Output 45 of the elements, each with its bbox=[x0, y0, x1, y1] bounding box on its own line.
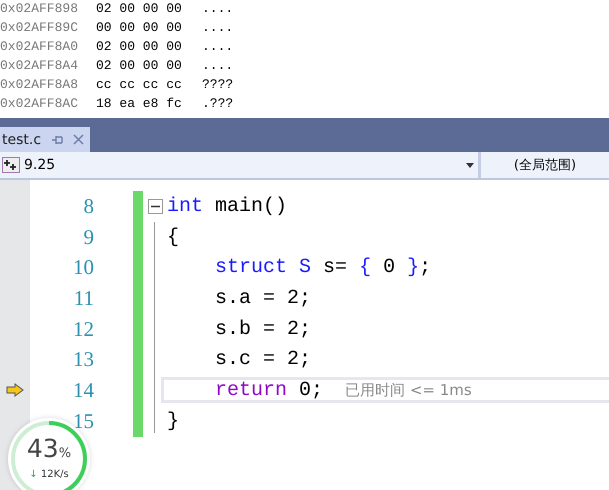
code-line: { bbox=[167, 226, 180, 249]
memory-bytes: 00 00 00 00 bbox=[96, 20, 183, 35]
memory-ascii: .... bbox=[202, 58, 234, 73]
scope-dropdown[interactable]: (全局范围) bbox=[481, 156, 609, 174]
line-number: 12 bbox=[72, 316, 94, 342]
line-number: 15 bbox=[72, 408, 94, 434]
memory-ascii: .??? bbox=[202, 96, 234, 111]
memory-ascii: ???? bbox=[202, 77, 234, 92]
memory-bytes: cc cc cc cc bbox=[96, 77, 183, 92]
memory-ascii: .... bbox=[202, 39, 234, 54]
memory-address: 0x02AFF89C bbox=[0, 20, 80, 35]
line-number: 14 bbox=[72, 378, 94, 403]
memory-address: 0x02AFF8AC bbox=[0, 96, 80, 111]
memory-bytes: 18 ea e8 fc bbox=[96, 96, 183, 111]
line-number: 10 bbox=[72, 255, 94, 280]
code-line: return 0; bbox=[214, 378, 324, 402]
usage-percent: 43% bbox=[26, 434, 72, 463]
memory-address: 0x02AFF8A8 bbox=[0, 77, 80, 92]
memory-bytes: 02 00 00 00 bbox=[96, 1, 183, 16]
scope-icon bbox=[2, 157, 20, 173]
code-line: int main() bbox=[167, 194, 288, 218]
memory-address: 0x02AFF8A0 bbox=[0, 39, 80, 54]
line-number: 11 bbox=[72, 286, 94, 311]
code-line: s.a = 2; bbox=[214, 286, 312, 310]
pin-icon[interactable] bbox=[51, 134, 64, 144]
line-number: 9 bbox=[82, 224, 94, 250]
memory-ascii: .... bbox=[202, 20, 234, 35]
memory-address: 0x02AFF898 bbox=[0, 1, 80, 16]
code-line: } bbox=[167, 410, 180, 433]
dropdown-arrow-icon[interactable] bbox=[466, 162, 474, 168]
network-speed: ↓ 12K/s bbox=[28, 469, 70, 480]
file-tab[interactable]: test.c bbox=[0, 127, 90, 152]
memory-bytes: 02 00 00 00 bbox=[96, 39, 183, 54]
line-number: 13 bbox=[72, 347, 94, 372]
close-icon[interactable] bbox=[73, 134, 84, 145]
line-number: 8 bbox=[82, 194, 94, 219]
code-line: s.c = 2; bbox=[214, 348, 312, 372]
code-line: struct S s= { 0 }; bbox=[214, 256, 432, 280]
memory-bytes: 02 00 00 00 bbox=[96, 58, 183, 73]
elapsed-time-hint: 已用时间 <= 1ms bbox=[345, 380, 472, 400]
project-dropdown[interactable]: 9.25 bbox=[0, 152, 478, 178]
memory-address: 0x02AFF8A4 bbox=[0, 58, 80, 73]
collapse-icon[interactable] bbox=[148, 198, 162, 214]
code-line: s.b = 2; bbox=[214, 318, 312, 341]
memory-ascii: .... bbox=[202, 1, 234, 16]
